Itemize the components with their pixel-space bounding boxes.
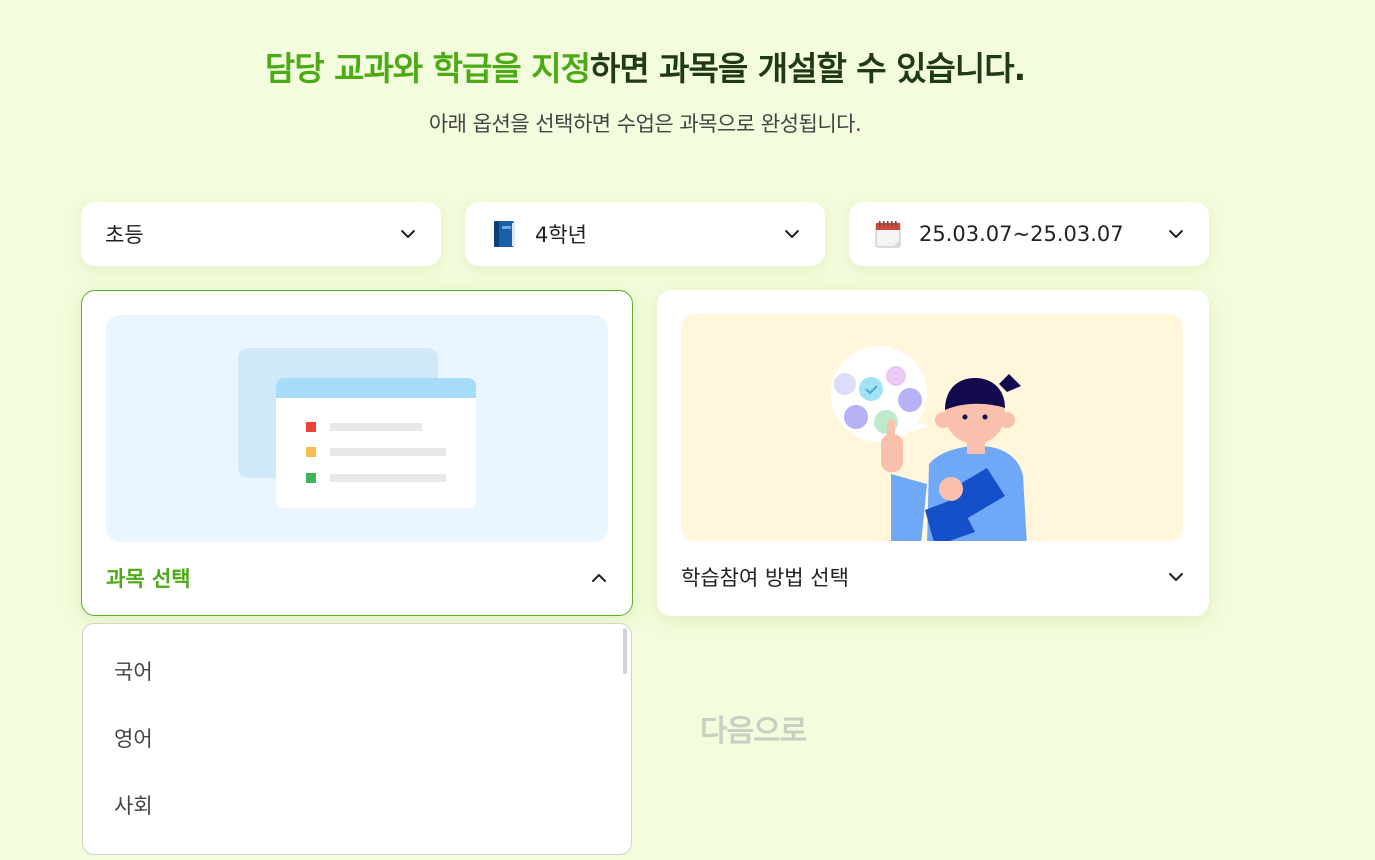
chevron-down-icon — [783, 225, 801, 243]
page-subtitle: 아래 옵션을 선택하면 수업은 과목으로 완성됩니다. — [428, 112, 862, 136]
subject-card-title: 과목 선택 — [106, 567, 191, 591]
method-card-footer[interactable]: 학습참여 방법 선택 — [681, 562, 1185, 592]
student-illustration — [681, 314, 1183, 541]
method-card-title: 학습참여 방법 선택 — [681, 566, 849, 590]
calendar-icon — [873, 219, 903, 249]
period-select[interactable]: 25.03.07~25.03.07 — [849, 202, 1209, 266]
school-level-select[interactable]: 초등 — [81, 202, 441, 266]
subject-card-footer[interactable]: 과목 선택 — [106, 563, 608, 593]
subject-option[interactable]: 국어 — [83, 637, 631, 704]
dropdown-scrollbar[interactable] — [623, 628, 627, 674]
page-title-rest: 하면 과목을 개설할 수 있습니다. — [589, 49, 1026, 88]
chevron-down-icon — [399, 225, 417, 243]
school-level-value: 초등 — [105, 223, 144, 247]
subject-option[interactable]: 사회 — [83, 771, 631, 838]
subject-dropdown-list: 국어 영어 사회 — [82, 623, 632, 855]
page-title-highlight: 담당 교과와 학급을 지정 — [264, 49, 591, 88]
page-title: 담당 교과와 학급을 지정하면 과목을 개설할 수 있습니다. — [0, 42, 1290, 90]
grade-value: 4학년 — [535, 223, 588, 247]
period-value: 25.03.07~25.03.07 — [919, 222, 1124, 246]
subject-illustration — [106, 315, 608, 542]
learning-method-card[interactable]: 학습참여 방법 선택 — [657, 290, 1209, 616]
grade-select[interactable]: 4학년 — [465, 202, 825, 266]
blue-book-icon — [489, 219, 519, 249]
subject-select-card[interactable]: 과목 선택 — [81, 290, 633, 616]
next-button[interactable]: 다음으로 — [700, 706, 807, 750]
subject-option[interactable]: 영어 — [83, 704, 631, 771]
chevron-down-icon[interactable] — [1167, 568, 1185, 586]
chevron-down-icon — [1167, 225, 1185, 243]
course-setup-page: 담당 교과와 학급을 지정하면 과목을 개설할 수 있습니다. 아래 옵션을 선… — [0, 0, 1375, 860]
chevron-up-icon[interactable] — [590, 569, 608, 587]
